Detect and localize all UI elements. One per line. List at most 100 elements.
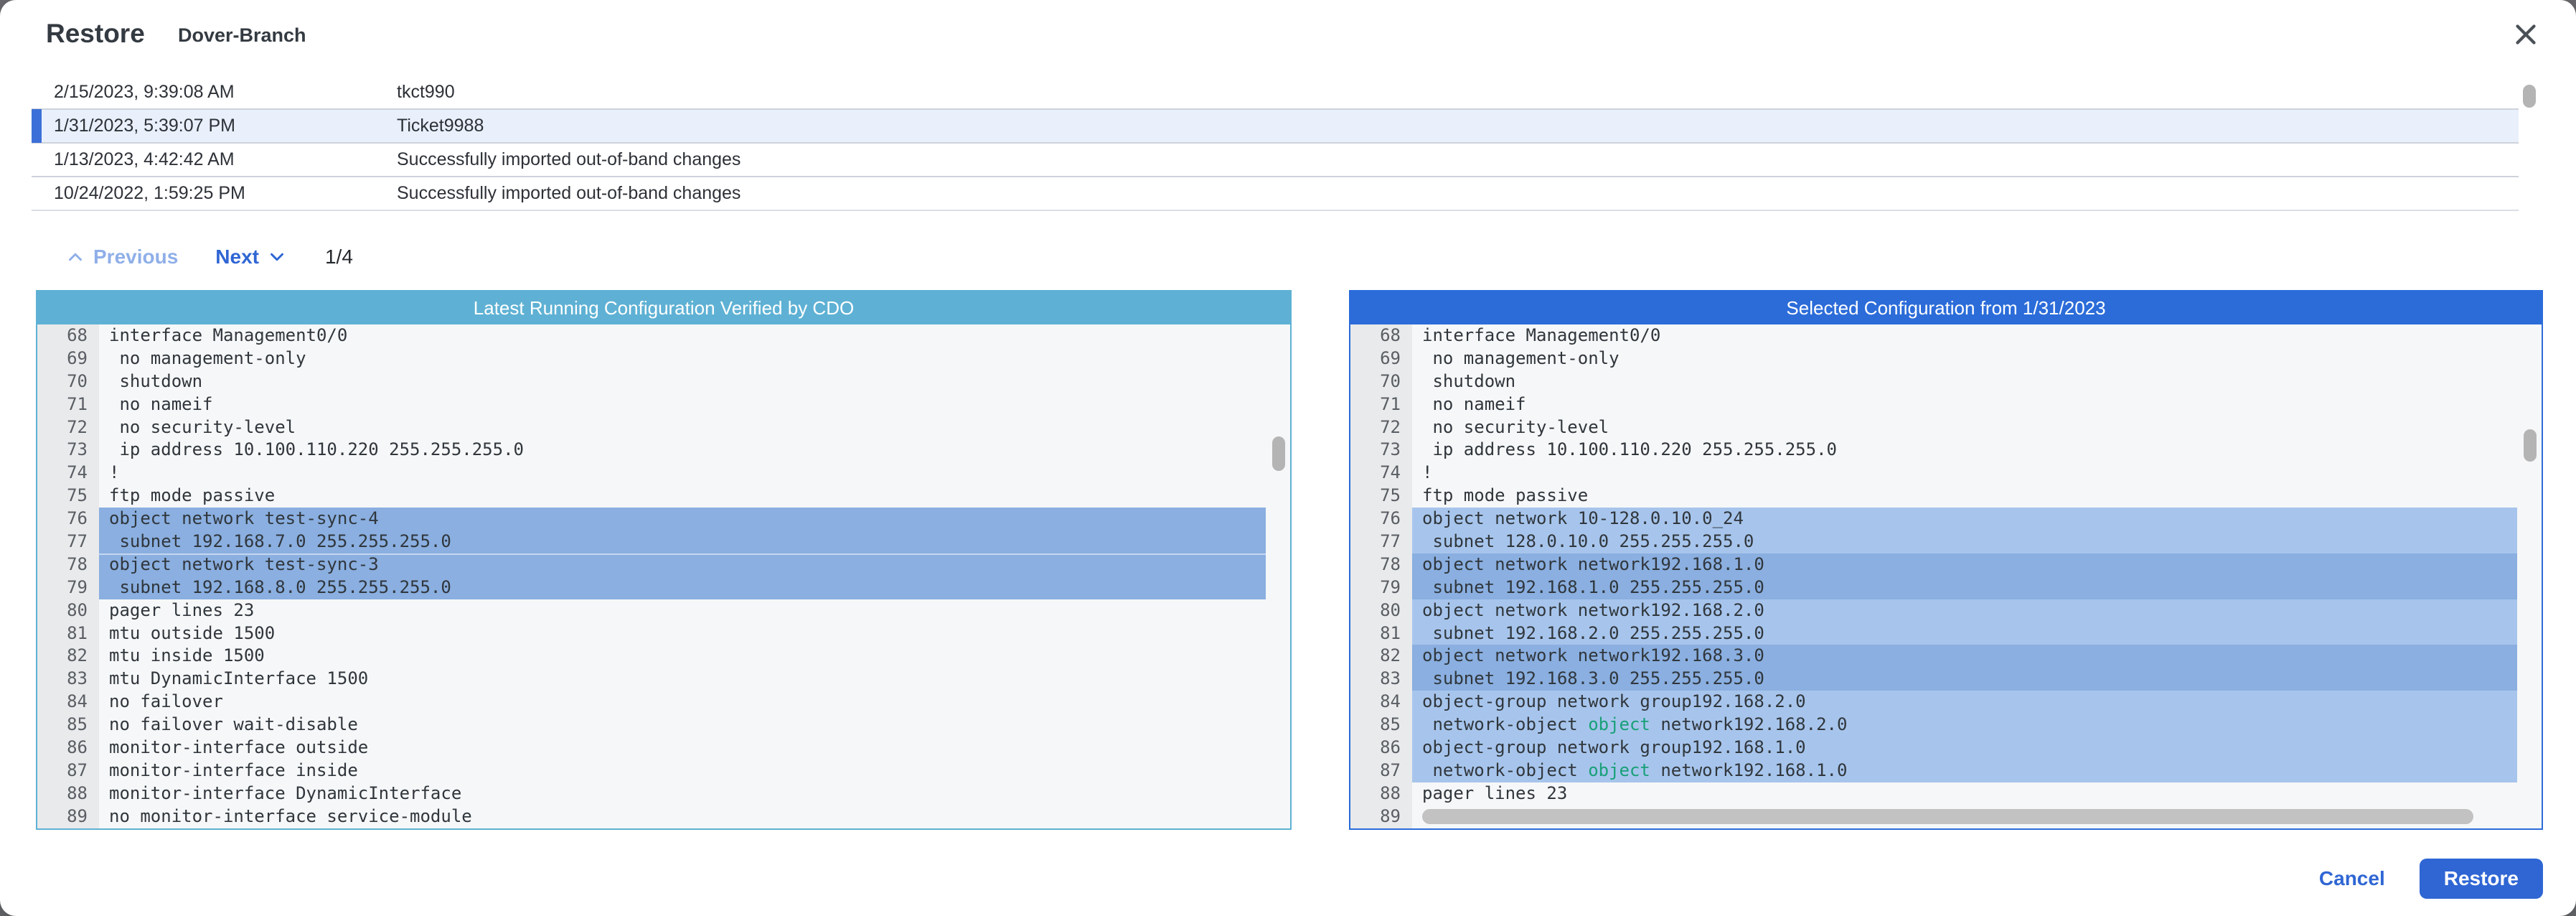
line-number: 81 [1380,622,1401,643]
code-text: ! [109,462,120,483]
code-text: no management-only [109,347,306,368]
line-number: 77 [67,531,88,552]
line-number: 74 [1380,462,1401,483]
right-panel-lines: 68 interface Management0/0 69 no managemen… [1350,324,2542,828]
line-number: 80 [67,599,88,620]
restore-point-timestamp: 10/24/2022, 1:59:25 PM [54,183,245,203]
chevron-up-icon [69,253,82,261]
line-number: 75 [1380,485,1401,506]
code-text: no failover [109,691,223,712]
table-row[interactable]: 2/15/2023, 9:39:08 AM tkct990 [32,76,2519,110]
code-text: shutdown [109,370,203,391]
code-text: object network 10-128.0.10.0_24 [1412,508,2517,531]
line-number: 82 [67,645,88,666]
code-line: 69 no management-only [37,347,1290,370]
restore-button[interactable]: Restore [2419,859,2543,899]
device-name: Dover-Branch [178,24,306,46]
code-line: 83 subnet 192.168.3.0 255.255.255.0 [1350,668,2542,691]
line-number: 82 [1380,645,1401,666]
code-text: no management-only [1422,347,1620,368]
code-line: 85 network-object object network192.168.… [1350,714,2542,737]
code-text: no nameif [109,393,213,414]
code-line: 81 mtu outside 1500 [37,622,1290,645]
code-text: subnet 128.0.10.0 255.255.255.0 [1412,531,2517,553]
table-vertical-scrollbar-thumb[interactable] [2523,85,2536,108]
line-number: 79 [1380,576,1401,597]
code-text: no failover wait-disable [109,714,358,735]
table-row[interactable]: 1/13/2023, 4:42:42 AM Successfully import… [32,144,2519,177]
code-line: 89 [1350,805,2542,828]
code-line: 80 object network network192.168.2.0 [1350,599,2542,622]
code-line: 84 object-group network group192.168.2.0 [1350,691,2542,714]
code-line: 87 monitor-interface inside [37,760,1290,782]
code-line: 73 ip address 10.100.110.220 255.255.255… [37,439,1290,462]
horizontal-scrollbar-thumb[interactable] [1422,808,2473,824]
code-line: 88 pager lines 23 [1350,782,2542,805]
code-text: subnet 192.168.7.0 255.255.255.0 [99,531,1266,553]
line-number: 85 [1380,714,1401,735]
code-line: 87 network-object object network192.168.… [1350,759,2542,782]
page-indicator: 1/4 [324,246,353,268]
restore-point-timestamp: 1/31/2023, 5:39:07 PM [54,116,235,136]
code-line: 78 object network test-sync-3 [37,553,1290,576]
restore-dialog: Restore Dover-Branch 2/15/2023, 9:39:08 … [0,0,2576,916]
code-text: object-group network group192.168.2.0 [1412,691,2517,714]
line-number: 78 [67,553,88,574]
table-row[interactable]: 1/31/2023, 5:39:07 PM Ticket9988 [32,109,2519,144]
selected-config-panel: Selected Configuration from 1/31/2023 68… [1349,290,2543,830]
code-text: shutdown [1422,370,1516,391]
code-line: 86 object-group network group192.168.1.0 [1350,737,2542,760]
next-button[interactable]: Next [215,246,288,268]
table-row[interactable]: 10/24/2022, 1:59:25 PM Successfully impor… [32,177,2519,211]
close-button[interactable] [2507,16,2544,53]
code-text: ! [1422,462,1433,483]
code-text: subnet 192.168.2.0 255.255.255.0 [1412,622,2517,645]
code-line: 82 mtu inside 1500 [37,645,1290,668]
code-line: 77 subnet 128.0.10.0 255.255.255.0 [1350,531,2542,553]
code-text: ftp mode passive [109,485,276,506]
left-vertical-scrollbar-thumb[interactable] [1272,436,1285,471]
line-number: 86 [1380,737,1401,758]
code-line: 75 ftp mode passive [37,485,1290,508]
code-line: 80 pager lines 23 [37,599,1290,622]
restore-point-description: Successfully imported out-of-band change… [397,183,741,203]
close-icon [2516,24,2536,45]
code-text: ip address 10.100.110.220 255.255.255.0 [109,439,524,460]
line-number: 76 [1380,508,1401,529]
line-number: 74 [67,462,88,483]
restore-point-timestamp: 2/15/2023, 9:39:08 AM [54,82,235,102]
selected-row-accent-bar [32,109,42,143]
code-text: network-object object network192.168.2.0 [1412,714,2517,737]
chevron-down-icon [270,253,283,261]
code-text: monitor-interface inside [109,760,358,780]
code-text: mtu outside 1500 [109,622,276,643]
code-text: network-object object network192.168.1.0 [1412,759,2517,782]
code-text: interface Management0/0 [109,325,348,345]
line-number: 70 [67,370,88,391]
code-line: 81 subnet 192.168.2.0 255.255.255.0 [1350,622,2542,645]
code-line: 89 no monitor-interface service-module [37,805,1290,828]
code-text: mtu DynamicInterface 1500 [109,668,369,689]
code-text: subnet 192.168.3.0 255.255.255.0 [1412,668,2517,691]
code-line: 71 no nameif [37,393,1290,416]
code-line: 68 interface Management0/0 [37,324,1290,347]
line-number: 85 [67,714,88,735]
code-line: 68 interface Management0/0 [1350,324,2542,347]
line-number: 68 [67,325,88,345]
code-text: object network test-sync-3 [99,553,1266,576]
code-text: no monitor-interface service-module [109,805,472,826]
previous-button[interactable]: Previous [65,246,178,268]
line-number: 88 [67,782,88,803]
right-vertical-scrollbar-thumb[interactable] [2524,429,2537,462]
left-panel-lines: 68 interface Management0/0 69 no managemen… [37,324,1290,828]
line-number: 70 [1380,370,1401,391]
code-text: monitor-interface outside [109,737,369,758]
line-number: 86 [67,737,88,758]
restore-points-table: 2/15/2023, 9:39:08 AM tkct990 1/31/2023, 5… [32,76,2519,211]
code-text: object network network192.168.2.0 [1412,599,2517,622]
code-line: 73 ip address 10.100.110.220 255.255.255… [1350,439,2542,462]
code-line: 76 object network 10-128.0.10.0_24 [1350,508,2542,531]
code-text: pager lines 23 [109,599,255,620]
code-text: object-group network group192.168.1.0 [1412,737,2517,760]
cancel-button[interactable]: Cancel [2319,867,2385,890]
